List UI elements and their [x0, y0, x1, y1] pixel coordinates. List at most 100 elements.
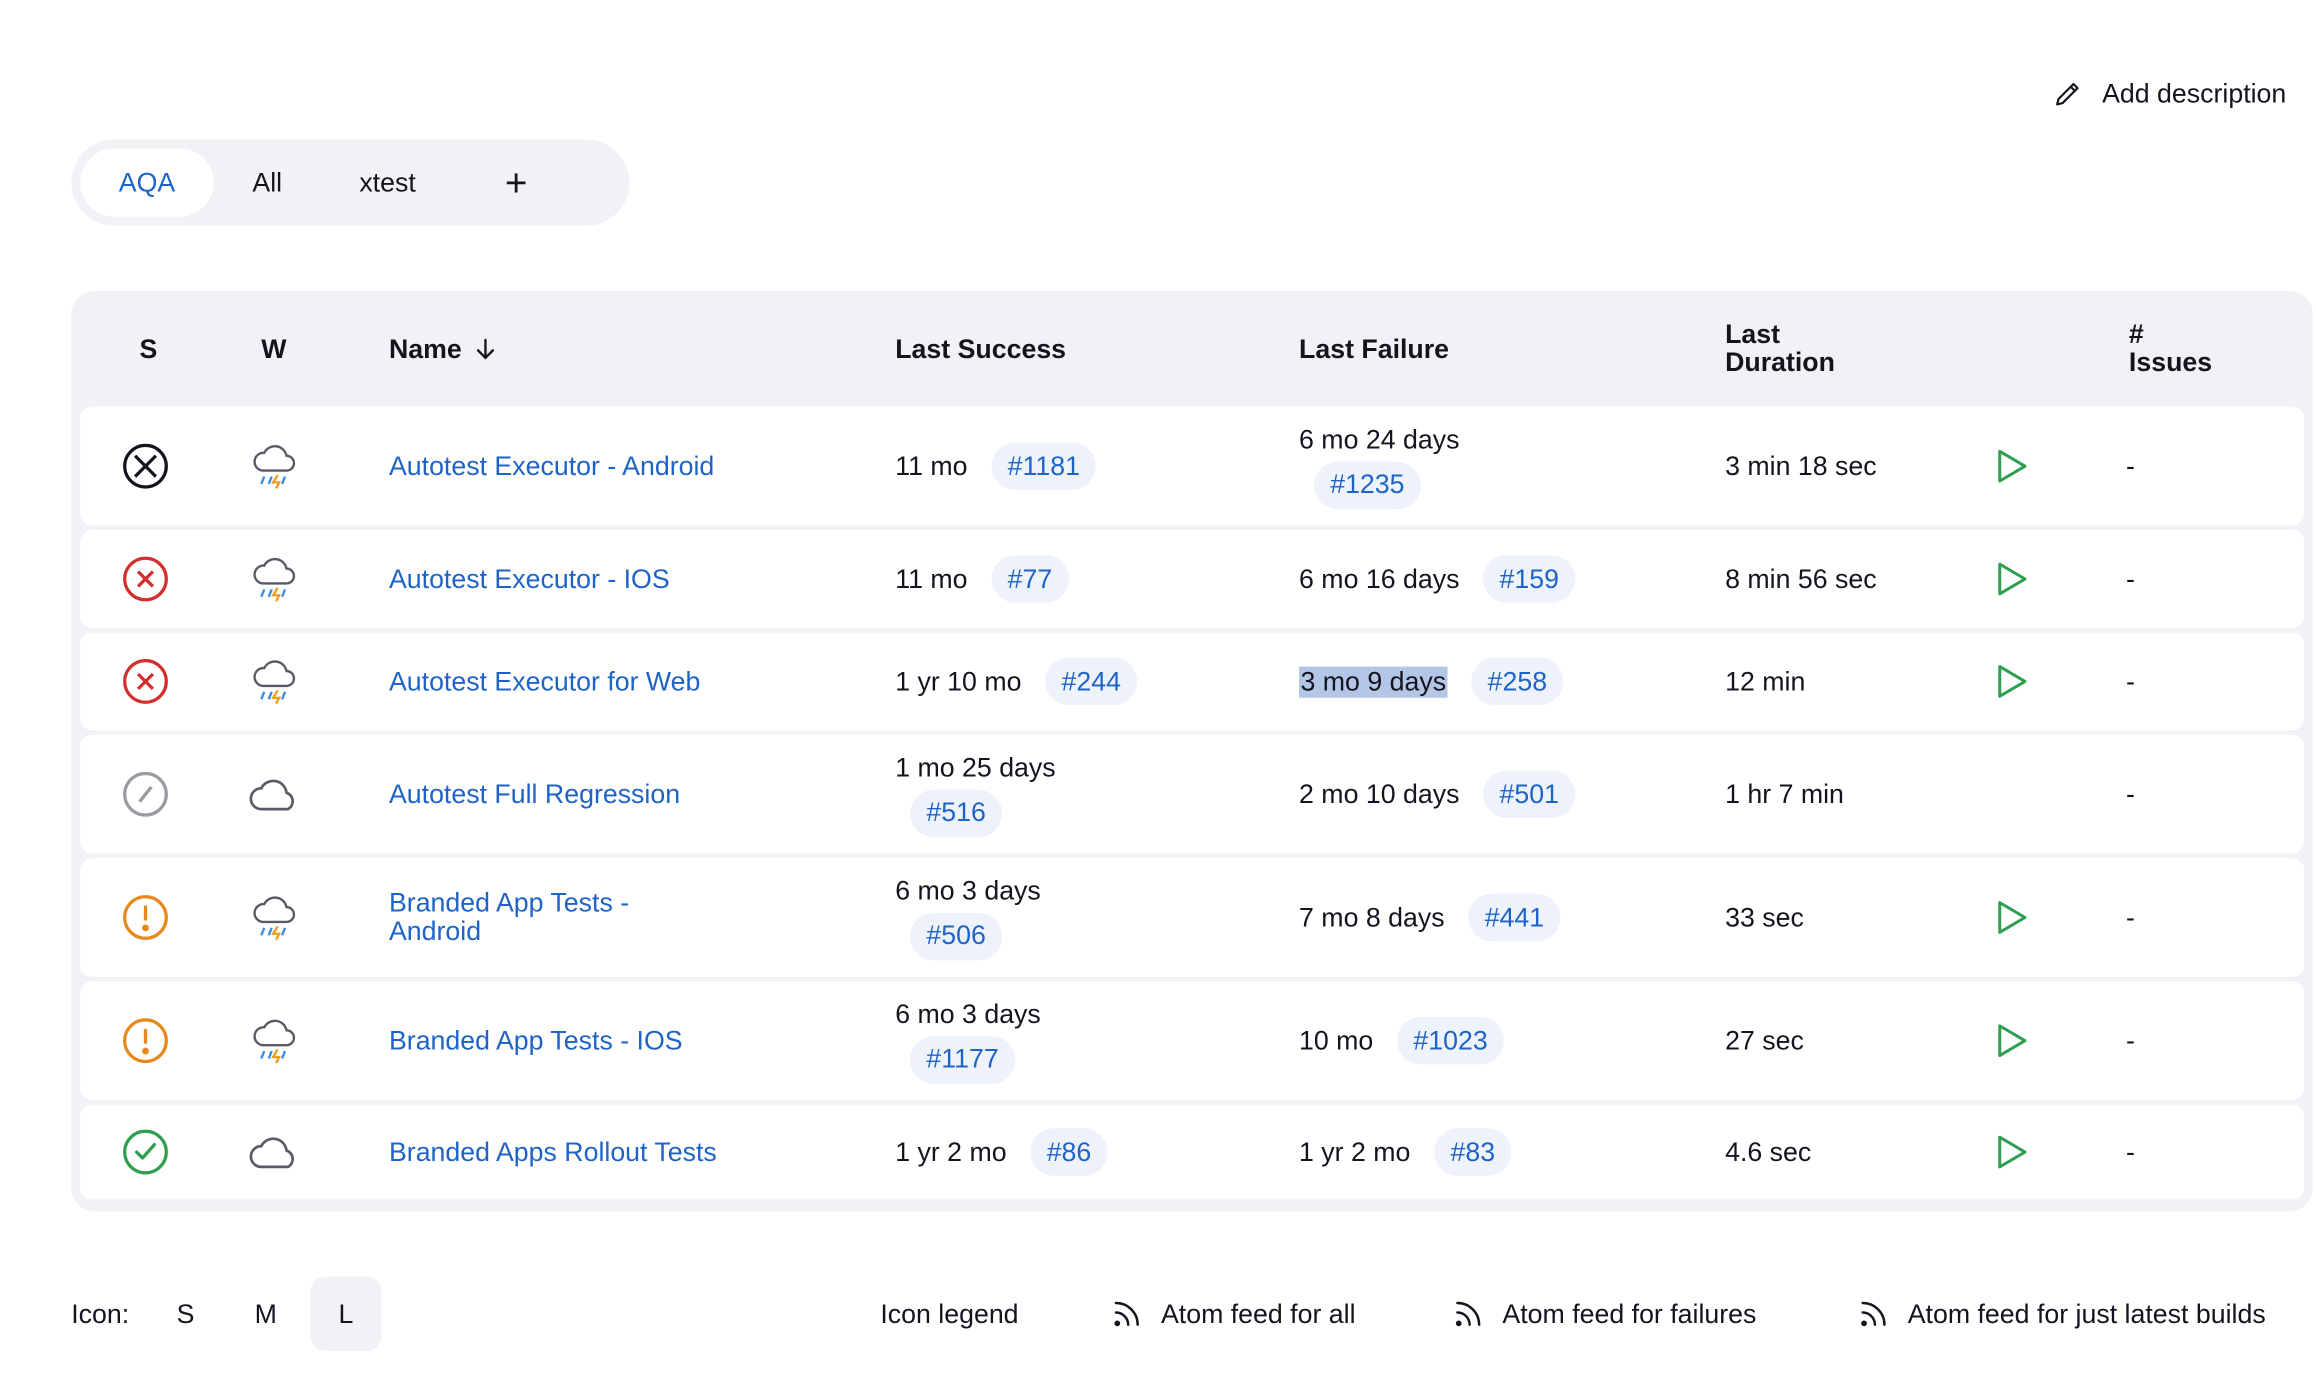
column-last-duration-line2: Duration [1725, 347, 1835, 378]
last-failure-time: 2 mo 10 days [1299, 778, 1460, 809]
last-failure-build-link[interactable]: #441 [1468, 893, 1561, 942]
table-row: Branded App Tests - Android 6 mo 3 days #5… [80, 858, 2305, 977]
icon-size-label: Icon: [71, 1298, 130, 1328]
issues-count: - [2125, 901, 2135, 932]
cloudy-weather-icon [249, 779, 295, 811]
add-description-button[interactable]: Add description [2052, 77, 2287, 110]
last-success-time: 1 mo 25 days [895, 751, 1056, 782]
column-weather[interactable]: W [261, 291, 286, 407]
tab-aqa[interactable]: AQA [80, 148, 214, 217]
atom-feed-latest-label: Atom feed for just latest builds [1907, 1298, 2266, 1328]
atom-feed-failures-link[interactable]: Atom feed for failures [1452, 1277, 1756, 1351]
issues-count: - [2125, 1136, 2135, 1167]
rss-icon [1455, 1301, 1481, 1327]
job-link-line2: Android [388, 915, 482, 946]
cloudy-weather-icon [249, 1137, 295, 1169]
jobs-table: S W Name Last Success Last Failure Last D… [71, 290, 2314, 1212]
tab-all[interactable]: All [214, 148, 321, 216]
play-icon[interactable] [1994, 1021, 2030, 1060]
last-failure-build-link[interactable]: #1023 [1397, 1016, 1505, 1065]
table-row: Branded Apps Rollout Tests 1 yr 2 mo #86 … [80, 1104, 2305, 1200]
last-failure-build-link[interactable]: #258 [1471, 657, 1564, 706]
last-duration: 12 min [1725, 665, 1806, 696]
last-success-build-link[interactable]: #506 [910, 912, 1003, 960]
atom-feed-all-link[interactable]: Atom feed for all [1110, 1277, 1356, 1351]
last-success-time: 11 mo [895, 563, 968, 594]
column-issues-line1: # [2128, 319, 2144, 349]
last-failure-time: 1 yr 2 mo [1299, 1136, 1411, 1167]
last-success-build-link[interactable]: #516 [910, 789, 1003, 837]
arrow-down-icon [476, 338, 495, 360]
table-header: S W Name Last Success Last Failure Last D… [80, 291, 2304, 407]
job-link[interactable]: Branded Apps Rollout Tests [389, 1137, 717, 1166]
column-name-label: Name [388, 333, 462, 363]
icon-size-s-button[interactable]: S [150, 1277, 221, 1351]
rss-icon [1861, 1301, 1886, 1327]
last-failure-time: 3 mo 9 days [1299, 665, 1448, 698]
job-link[interactable]: Autotest Executor for Web [389, 667, 700, 695]
storm-weather-icon [253, 896, 296, 941]
icon-size-l-button[interactable]: L [310, 1276, 382, 1351]
atom-feed-failures-label: Atom feed for failures [1502, 1298, 1757, 1328]
last-failure-build-link[interactable]: #501 [1483, 770, 1576, 819]
last-failure-build-link[interactable]: #1235 [1313, 460, 1421, 509]
success-status-icon [123, 1129, 168, 1175]
issues-count: - [2125, 778, 2135, 809]
last-failure-time: 6 mo 24 days [1299, 423, 1460, 454]
last-failure-time: 7 mo 8 days [1299, 901, 1445, 932]
play-icon[interactable] [1994, 560, 2030, 599]
last-success-build-link[interactable]: #77 [991, 555, 1069, 603]
column-issues-line2: Issues [2128, 347, 2213, 378]
play-icon[interactable] [1994, 662, 2030, 701]
failed-status-icon [123, 659, 168, 704]
rss-icon [1114, 1301, 1139, 1327]
job-link[interactable]: Autotest Executor - IOS [389, 564, 670, 593]
column-last-failure[interactable]: Last Failure [1299, 291, 1449, 407]
play-icon[interactable] [1994, 1133, 2030, 1172]
last-duration: 1 hr 7 min [1725, 778, 1844, 809]
disabled-status-icon [123, 771, 168, 817]
storm-weather-icon [253, 445, 296, 489]
job-link[interactable]: Branded App Tests - Android [389, 889, 629, 945]
job-link[interactable]: Autotest Executor - Android [389, 451, 714, 480]
column-last-duration-line1: Last [1725, 319, 1781, 349]
table-row: Autotest Full Regression 1 mo 25 days #51… [80, 734, 2305, 854]
last-failure-build-link[interactable]: #159 [1483, 555, 1576, 603]
last-success-build-link[interactable]: #86 [1030, 1128, 1108, 1176]
add-description-label: Add description [2102, 77, 2287, 108]
job-link[interactable]: Autotest Full Regression [389, 779, 680, 808]
last-success-build-link[interactable]: #1177 [910, 1035, 1016, 1084]
column-last-success[interactable]: Last Success [895, 291, 1066, 407]
view-tabs: AQA All xtest + [71, 139, 630, 226]
issues-count: - [2125, 1025, 2135, 1055]
storm-weather-icon [253, 660, 296, 705]
icon-legend-link[interactable]: Icon legend [880, 1277, 1018, 1351]
tab-xtest[interactable]: xtest [321, 148, 455, 216]
table-row: Branded App Tests - IOS 6 mo 3 days #1177… [80, 981, 2305, 1101]
page-footer: Icon: S M L Icon legend Atom feed for al… [71, 1276, 2286, 1351]
column-status[interactable]: S [140, 291, 158, 407]
table-row: Autotest Executor - Android 11 mo #1181 6… [80, 406, 2305, 526]
column-name[interactable]: Name [389, 291, 497, 407]
column-issues[interactable]: # Issues [2129, 291, 2212, 407]
last-failure-time: 10 mo [1299, 1025, 1374, 1055]
atom-feed-all-label: Atom feed for all [1160, 1298, 1356, 1328]
last-success-build-link[interactable]: #244 [1045, 657, 1138, 706]
play-icon[interactable] [1994, 898, 2030, 937]
last-duration: 4.6 sec [1725, 1136, 1812, 1167]
atom-feed-latest-link[interactable]: Atom feed for just latest builds [1857, 1277, 2266, 1351]
icon-size-m-button[interactable]: M [230, 1277, 301, 1351]
issues-count: - [2125, 665, 2135, 696]
add-view-button[interactable]: + [475, 148, 557, 216]
last-duration: 33 sec [1725, 901, 1804, 932]
storm-weather-icon [253, 1019, 296, 1064]
job-link[interactable]: Branded App Tests - IOS [389, 1026, 683, 1055]
pencil-icon [2055, 82, 2079, 106]
last-success-build-link[interactable]: #1181 [991, 442, 1097, 490]
column-last-duration[interactable]: Last Duration [1725, 291, 1835, 407]
table-row: Autotest Executor for Web 1 yr 10 mo #244… [80, 632, 2305, 731]
last-failure-build-link[interactable]: #83 [1434, 1128, 1512, 1176]
icon-legend-label: Icon legend [880, 1298, 1019, 1328]
play-icon[interactable] [1994, 447, 2030, 486]
issues-count: - [2125, 450, 2135, 481]
